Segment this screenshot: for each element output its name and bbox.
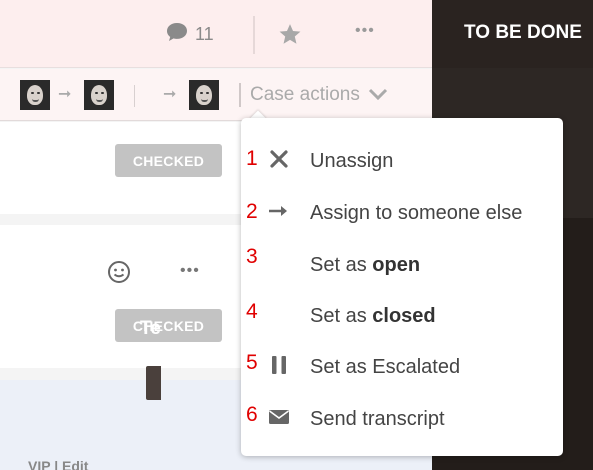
case-actions-dropdown[interactable]: Case actions [250,84,388,106]
annotation-number: 4 [246,300,258,323]
arrow-right-icon [268,200,290,222]
comment-icon [165,21,189,48]
divider [134,85,135,107]
case-header: 11 ••• [0,0,432,68]
more-options-icon[interactable]: ••• [355,22,375,40]
smiley-icon[interactable] [107,260,131,289]
menu-item-set-open[interactable]: 3 Set as open [241,242,563,286]
menu-item-label: Set as Escalated [310,356,461,378]
arrow-right-icon: ➞ [58,86,72,103]
status-badge: CHECKED [115,309,222,342]
menu-item-label: Set as open [310,254,421,276]
column-input[interactable] [146,366,161,400]
arrow-right-icon: ➞ [163,86,177,103]
menu-item-send-transcript[interactable]: 6 Send transcript [241,396,563,440]
menu-item-label: Assign to someone else [310,202,523,224]
comment-count: 11 [195,23,214,44]
column-heading: ER C [127,242,173,263]
annotation-number: 2 [246,200,258,223]
menu-item-label: Send transcript [310,408,445,430]
annotation-number: 6 [246,403,258,426]
case-actions-label: Case actions [250,84,360,105]
menu-item-reassign[interactable]: 2 Assign to someone else [241,190,563,234]
case-actions-menu: 1 Unassign 2 Assign to someone else 3 Se… [241,118,563,456]
annotation-number: 3 [246,245,258,268]
annotation-number: 1 [246,147,258,170]
pause-icon [268,354,290,376]
chevron-down-icon [368,84,388,106]
column-title: TO BE DONE [464,22,582,43]
menu-item-set-closed[interactable]: 4 Set as closed [241,293,563,337]
avatar[interactable] [20,80,50,110]
assignment-bar: ➞ ➞ Case actions [0,69,432,121]
envelope-icon [268,406,290,428]
column-footer[interactable]: VIP | Edit [28,458,88,470]
divider [239,83,241,107]
annotation-number: 5 [246,351,258,374]
menu-item-label: Set as closed [310,305,436,327]
menu-item-unassign[interactable]: 1 Unassign [241,138,563,182]
more-options-icon[interactable]: ••• [180,262,200,280]
menu-item-set-escalated[interactable]: 5 Set as Escalated [241,344,563,388]
status-badge: CHECKED [115,144,222,177]
column-header: TO BE DONE [432,0,593,68]
comments-button[interactable]: 11 [165,22,214,46]
column-label: Te [140,318,161,339]
divider [253,16,255,54]
menu-item-label: Unassign [310,150,394,172]
close-icon [268,148,290,170]
avatar[interactable] [84,80,114,110]
star-icon[interactable] [277,22,303,52]
avatar[interactable] [189,80,219,110]
